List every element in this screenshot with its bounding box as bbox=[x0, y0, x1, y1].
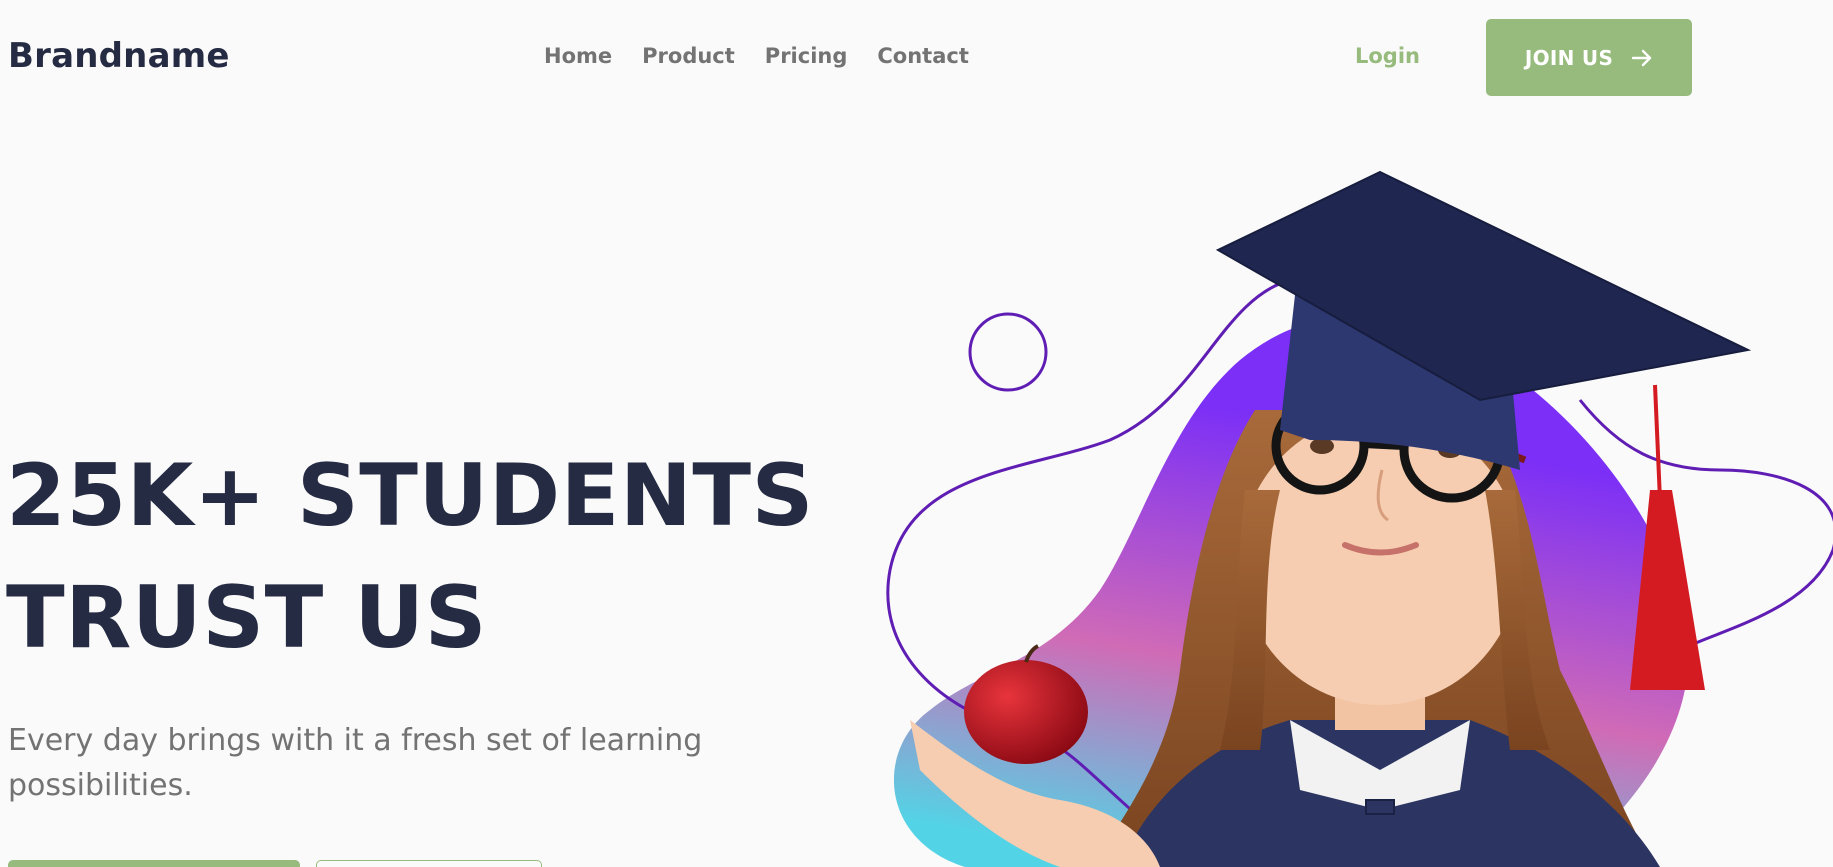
join-us-label: JOIN US bbox=[1524, 45, 1614, 70]
arrow-right-icon bbox=[1631, 47, 1653, 69]
hero-title-line2: TRUST US bbox=[6, 568, 488, 668]
hero-illustration bbox=[886, 170, 1833, 867]
nav-pricing[interactable]: Pricing bbox=[765, 44, 848, 68]
join-us-button[interactable]: JOIN US bbox=[1486, 19, 1692, 96]
hero-secondary-button[interactable] bbox=[316, 860, 542, 867]
outline-circle-icon bbox=[968, 312, 1048, 392]
hero-primary-button[interactable] bbox=[8, 860, 300, 867]
brand-logo[interactable]: Brandname bbox=[8, 36, 230, 76]
main-nav: Home Product Pricing Contact bbox=[544, 44, 969, 68]
landing-page: Brandname Home Product Pricing Contact L… bbox=[0, 0, 1833, 867]
hero-title: 25K+ STUDENTS TRUST US bbox=[6, 435, 814, 679]
nav-product[interactable]: Product bbox=[642, 44, 735, 68]
hero-title-line1: 25K+ STUDENTS bbox=[6, 446, 814, 546]
hero-subtitle: Every day brings with it a fresh set of … bbox=[8, 723, 703, 803]
nav-home[interactable]: Home bbox=[544, 44, 612, 68]
apple bbox=[964, 660, 1088, 764]
nav-contact[interactable]: Contact bbox=[877, 44, 969, 68]
login-link[interactable]: Login bbox=[1355, 44, 1420, 68]
